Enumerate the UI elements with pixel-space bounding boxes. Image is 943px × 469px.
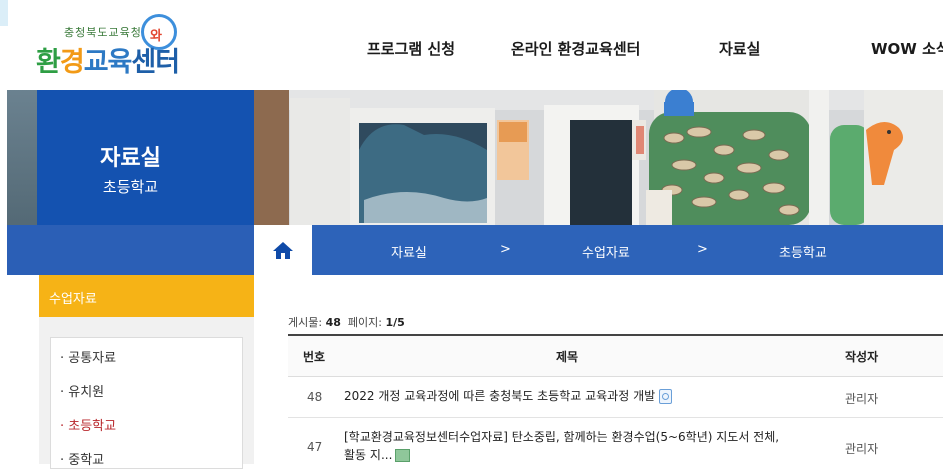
side-menu-item-common[interactable]: · 공통자료 bbox=[60, 347, 116, 366]
corner-accent bbox=[0, 0, 8, 26]
logo-title: 환경교육센터 bbox=[36, 47, 180, 78]
nav-online-center[interactable]: 온라인 환경교육센터 bbox=[511, 38, 640, 59]
side-menu-heading-label: 수업자료 bbox=[49, 292, 97, 307]
section-subtitle: 초등학교 bbox=[102, 178, 159, 196]
breadcrumb-separator: > bbox=[697, 242, 708, 257]
row-writer: 관리자 bbox=[845, 392, 879, 406]
row-divider bbox=[288, 417, 943, 418]
side-menu-item-middle-school[interactable]: · 중학교 bbox=[60, 449, 104, 468]
home-icon bbox=[273, 242, 293, 259]
nav-wow-news[interactable]: WOW 소식 bbox=[871, 38, 943, 59]
column-header-title: 제목 bbox=[556, 350, 579, 364]
side-menu-item-kindergarten[interactable]: · 유치원 bbox=[60, 381, 104, 400]
side-menu-item-elementary[interactable]: · 초등학교 bbox=[60, 415, 116, 434]
nav-library[interactable]: 자료실 bbox=[719, 38, 760, 59]
post-count-label: 게시물: bbox=[288, 316, 323, 329]
logo-org-name: 충청북도교육청 bbox=[64, 26, 142, 39]
row-number: 47 bbox=[307, 440, 323, 454]
attachment-file-icon[interactable] bbox=[659, 389, 673, 404]
breadcrumb-separator: > bbox=[500, 242, 511, 257]
breadcrumb-lesson-materials[interactable]: 수업자료 bbox=[582, 242, 630, 261]
nav-program-apply[interactable]: 프로그램 신청 bbox=[367, 38, 455, 59]
home-button[interactable] bbox=[254, 225, 312, 275]
page-indicator: 1/5 bbox=[385, 316, 405, 329]
side-menu-heading: 수업자료 bbox=[39, 275, 254, 317]
hero-exhibition-photo bbox=[254, 90, 943, 225]
post-title-link-cont[interactable]: 지... bbox=[370, 448, 392, 462]
table-row-title[interactable]: 2022 개정 교육과정에 따른 충청북도 초등학교 교육과정 개발 bbox=[344, 387, 824, 405]
section-title: 자료실 bbox=[100, 146, 161, 171]
table-row-title[interactable]: [학교환경교육정보센터수업자료] 탄소중립, 함께하는 환경수업(5~6학년) … bbox=[344, 428, 784, 464]
post-count: 48 bbox=[325, 316, 341, 329]
title-panel-lower-band bbox=[7, 225, 254, 275]
post-title-link[interactable]: 2022 개정 교육과정에 따른 충청북도 초등학교 교육과정 개발 bbox=[344, 389, 655, 403]
site-logo[interactable]: 충청북도교육청 와 환경교육센터 bbox=[36, 10, 186, 80]
breadcrumb-current[interactable]: 초등학교 bbox=[779, 242, 827, 261]
row-writer: 관리자 bbox=[845, 442, 879, 456]
board-meta: 게시물: 48 페이지: 1/5 bbox=[288, 314, 405, 330]
row-number: 48 bbox=[307, 390, 323, 404]
hero-image bbox=[254, 90, 943, 225]
column-header-writer: 작성자 bbox=[845, 350, 879, 364]
page-label: 페이지: bbox=[347, 316, 382, 329]
column-header-number: 번호 bbox=[303, 350, 326, 364]
attachment-image-icon[interactable] bbox=[395, 449, 411, 462]
breadcrumb-library[interactable]: 자료실 bbox=[391, 242, 427, 261]
